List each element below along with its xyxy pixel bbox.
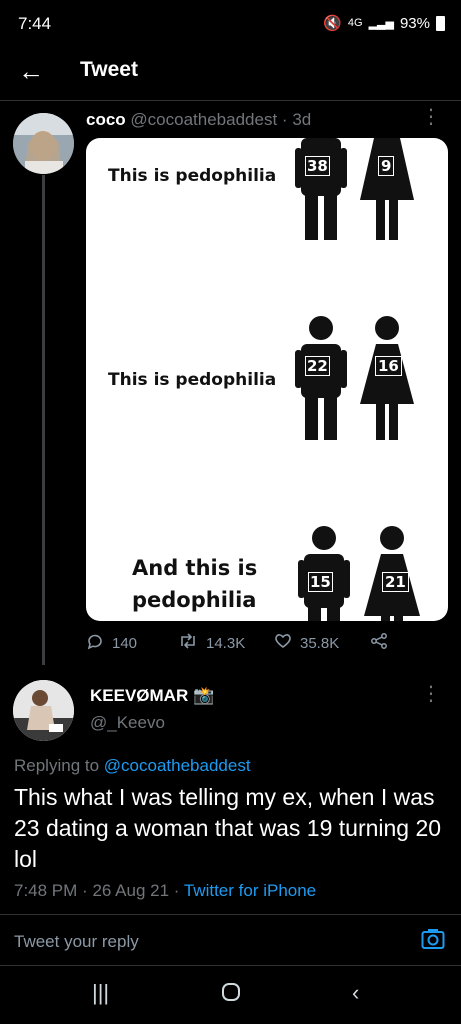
top-bar: ← Tweet: [0, 46, 461, 101]
more-options-icon[interactable]: ⋮: [421, 684, 441, 704]
tweet-source[interactable]: Twitter for iPhone: [184, 881, 316, 900]
tweet-header: coco @cocoathebaddest · 3d: [86, 110, 311, 130]
divider: [0, 914, 461, 915]
avatar[interactable]: [13, 113, 74, 174]
separator-dot: ·: [281, 110, 288, 129]
tweet-text: This what I was telling my ex, when I wa…: [14, 784, 442, 872]
age-number: 9: [378, 156, 395, 176]
thread-line: [42, 175, 45, 665]
tweet-meta: 7:48 PM · 26 Aug 21 · Twitter for iPhone: [14, 881, 316, 901]
network-label: 4G: [347, 17, 363, 29]
female-figure-icon: [360, 138, 414, 240]
male-figure-icon: [295, 138, 347, 240]
handle[interactable]: @cocoathebaddest: [130, 110, 277, 129]
battery-icon: [436, 15, 445, 31]
display-name[interactable]: KEEVØMAR: [90, 686, 188, 705]
age-number: 21: [382, 572, 409, 592]
back-nav-icon[interactable]: ‹: [352, 980, 359, 1006]
like-count: 35.8K: [300, 634, 340, 652]
age-number: 15: [308, 572, 333, 592]
image-caption: This is pedophilia: [108, 166, 277, 186]
tweet-time: 7:48 PM: [14, 881, 78, 900]
age-number: 16: [375, 356, 402, 376]
tweet-image[interactable]: This is pedophilia 38 9 This is pedophil…: [86, 138, 448, 621]
share-icon: [370, 632, 388, 654]
image-caption: This is pedophilia: [108, 370, 277, 390]
battery-percent: 93%: [399, 14, 430, 32]
status-indicators: 🔇 4G ▂▃▅ 93%: [323, 14, 445, 32]
mute-icon: 🔇: [323, 15, 342, 32]
signal-icon: ▂▃▅: [368, 17, 394, 30]
reply-count: 140: [112, 634, 138, 652]
heart-icon: [274, 632, 292, 654]
like-button[interactable]: 35.8K: [274, 632, 370, 654]
replying-prefix: Replying to: [14, 756, 100, 775]
camera-emoji-icon: 📸: [192, 686, 215, 705]
age-number: 22: [305, 356, 330, 376]
reply-button[interactable]: 140: [86, 632, 178, 654]
reply-header: KEEVØMAR 📸: [90, 686, 214, 706]
female-figure-icon: [360, 316, 414, 440]
more-options-icon[interactable]: ⋮: [421, 107, 441, 127]
separator-dot: ·: [82, 881, 88, 900]
male-figure-icon: [295, 316, 347, 440]
home-icon[interactable]: [221, 982, 241, 1008]
reply-icon: [86, 632, 104, 654]
page-title: Tweet: [80, 58, 138, 81]
status-time: 7:44: [18, 14, 52, 33]
system-nav-bar: ||| ‹: [0, 966, 461, 1024]
reply-input[interactable]: Tweet your reply: [14, 932, 139, 952]
image-caption: pedophilia: [132, 588, 257, 612]
camera-icon[interactable]: [421, 928, 445, 950]
handle[interactable]: @_Keevo: [90, 713, 165, 733]
share-button[interactable]: [370, 632, 400, 654]
separator-dot: ·: [173, 881, 180, 900]
age-number: 38: [305, 156, 330, 176]
arrow-left-icon[interactable]: ←: [18, 56, 44, 86]
display-name[interactable]: coco: [86, 110, 126, 129]
image-caption: And this is: [132, 556, 258, 580]
status-bar: 7:44 🔇 4G ▂▃▅ 93%: [0, 0, 461, 46]
retweet-count: 14.3K: [206, 634, 246, 652]
replying-to-link[interactable]: @cocoathebaddest: [104, 756, 251, 775]
recent-apps-icon[interactable]: |||: [92, 980, 109, 1006]
retweet-button[interactable]: 14.3K: [178, 632, 274, 654]
tweet-age: 3d: [292, 110, 312, 129]
tweet-actions: 140 14.3K 35.8K: [86, 632, 416, 654]
retweet-icon: [178, 632, 198, 654]
avatar[interactable]: [13, 680, 74, 741]
replying-to: Replying to @cocoathebaddest: [14, 756, 251, 776]
tweet-date: 26 Aug 21: [92, 881, 170, 900]
